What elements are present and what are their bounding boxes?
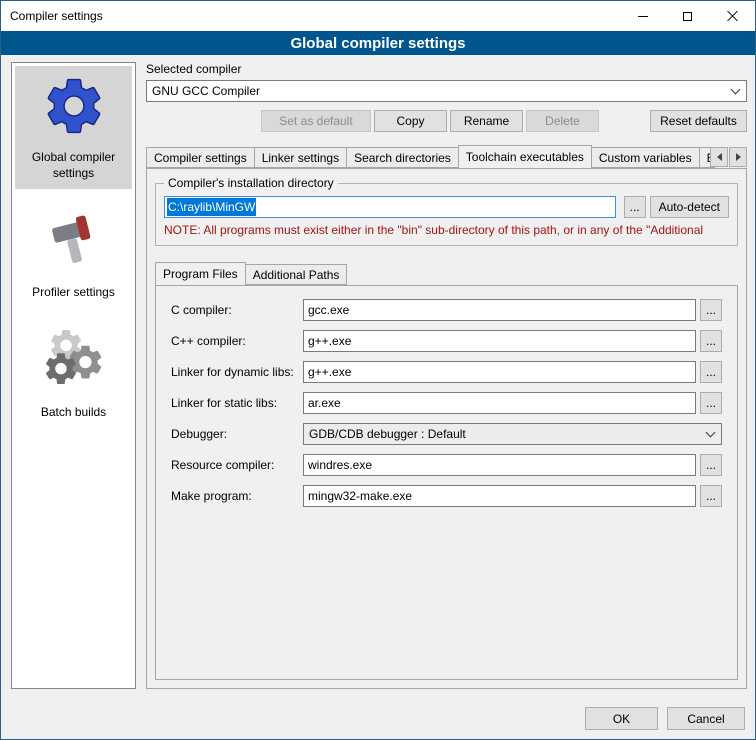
selected-compiler-dropdown[interactable]: GNU GCC Compiler bbox=[146, 80, 747, 102]
group-title: Compiler's installation directory bbox=[164, 176, 338, 190]
close-icon bbox=[727, 10, 739, 22]
installation-directory-row: C:\raylib\MinGW ... Auto-detect bbox=[164, 196, 729, 218]
static-linker-input[interactable] bbox=[303, 392, 696, 414]
set-as-default-button[interactable]: Set as default bbox=[261, 110, 371, 132]
settings-category-sidebar: Global compiler settings Profiler settin… bbox=[11, 62, 136, 689]
resource-compiler-input[interactable] bbox=[303, 454, 696, 476]
profiler-tool-icon bbox=[40, 207, 108, 275]
field-row-make-program: Make program: ... bbox=[171, 485, 722, 507]
field-row-c-compiler: C compiler: ... bbox=[171, 299, 722, 321]
settings-tab-strip: Compiler settings Linker settings Search… bbox=[146, 144, 747, 168]
cpp-compiler-browse-button[interactable]: ... bbox=[700, 330, 722, 352]
stacked-gears-icon bbox=[40, 327, 108, 395]
sidebar-item-profiler-settings[interactable]: Profiler settings bbox=[15, 201, 132, 309]
sidebar-item-label: Batch builds bbox=[41, 405, 106, 421]
dynamic-linker-input[interactable] bbox=[303, 361, 696, 383]
dialog-body: Global compiler settings Profiler settin… bbox=[1, 55, 755, 699]
install-dir-browse-button[interactable]: ... bbox=[624, 196, 646, 218]
tab-scroll-buttons bbox=[709, 147, 747, 167]
window-title: Compiler settings bbox=[1, 9, 103, 23]
chevron-down-icon bbox=[706, 428, 716, 438]
install-dir-input[interactable]: C:\raylib\MinGW bbox=[164, 196, 616, 218]
field-label: Debugger: bbox=[171, 427, 303, 441]
ok-button[interactable]: OK bbox=[585, 707, 658, 730]
field-row-static-linker: Linker for static libs: ... bbox=[171, 392, 722, 414]
tab-linker-settings[interactable]: Linker settings bbox=[254, 147, 347, 168]
sidebar-item-global-compiler-settings[interactable]: Global compiler settings bbox=[15, 66, 132, 189]
maximize-icon bbox=[683, 12, 692, 21]
minimize-button[interactable] bbox=[620, 1, 665, 31]
field-label: C++ compiler: bbox=[171, 334, 303, 348]
field-row-debugger: Debugger: GDB/CDB debugger : Default bbox=[171, 423, 722, 445]
arrow-left-icon bbox=[717, 153, 722, 161]
field-label: Resource compiler: bbox=[171, 458, 303, 472]
tab-toolchain-executables[interactable]: Toolchain executables bbox=[458, 145, 592, 168]
static-linker-browse-button[interactable]: ... bbox=[700, 392, 722, 414]
minimize-icon bbox=[638, 16, 648, 17]
toolchain-executables-panel: Compiler's installation directory C:\ray… bbox=[146, 168, 747, 689]
tab-search-directories[interactable]: Search directories bbox=[346, 147, 459, 168]
install-dir-selected-text: C:\raylib\MinGW bbox=[167, 198, 256, 216]
debugger-value: GDB/CDB debugger : Default bbox=[309, 427, 466, 441]
field-label: C compiler: bbox=[171, 303, 303, 317]
make-program-input[interactable] bbox=[303, 485, 696, 507]
auto-detect-button[interactable]: Auto-detect bbox=[650, 196, 729, 218]
delete-button[interactable]: Delete bbox=[526, 110, 599, 132]
sidebar-item-label: Profiler settings bbox=[32, 285, 115, 301]
close-button[interactable] bbox=[710, 1, 755, 31]
window-controls bbox=[620, 1, 755, 31]
field-row-resource-compiler: Resource compiler: ... bbox=[171, 454, 722, 476]
sidebar-item-batch-builds[interactable]: Batch builds bbox=[15, 321, 132, 429]
program-files-panel: C compiler: ... C++ compiler: ... bbox=[155, 285, 738, 680]
compiler-actions: Set as default Copy Rename Delete Reset … bbox=[146, 110, 747, 132]
titlebar: Compiler settings bbox=[1, 1, 755, 31]
cpp-compiler-input[interactable] bbox=[303, 330, 696, 352]
tab-additional-paths[interactable]: Additional Paths bbox=[245, 264, 348, 285]
reset-defaults-button[interactable]: Reset defaults bbox=[650, 110, 747, 132]
resource-compiler-browse-button[interactable]: ... bbox=[700, 454, 722, 476]
page-title: Global compiler settings bbox=[1, 31, 755, 55]
chevron-down-icon bbox=[731, 85, 741, 95]
program-files-tab-strip: Program Files Additional Paths bbox=[155, 261, 738, 285]
debugger-dropdown[interactable]: GDB/CDB debugger : Default bbox=[303, 423, 722, 445]
blue-gear-icon bbox=[40, 72, 108, 140]
field-row-dynamic-linker: Linker for dynamic libs: ... bbox=[171, 361, 722, 383]
selected-compiler-label: Selected compiler bbox=[146, 62, 747, 76]
tab-program-files[interactable]: Program Files bbox=[155, 262, 246, 285]
sidebar-item-label: Global compiler settings bbox=[17, 150, 130, 181]
maximize-button[interactable] bbox=[665, 1, 710, 31]
dialog-footer: OK Cancel bbox=[1, 699, 755, 739]
arrow-right-icon bbox=[736, 153, 741, 161]
dynamic-linker-browse-button[interactable]: ... bbox=[700, 361, 722, 383]
field-label: Linker for static libs: bbox=[171, 396, 303, 410]
field-label: Make program: bbox=[171, 489, 303, 503]
tab-compiler-settings[interactable]: Compiler settings bbox=[146, 147, 255, 168]
c-compiler-input[interactable] bbox=[303, 299, 696, 321]
c-compiler-browse-button[interactable]: ... bbox=[700, 299, 722, 321]
main-panel: Selected compiler GNU GCC Compiler Set a… bbox=[146, 62, 747, 689]
installation-directory-group: Compiler's installation directory C:\ray… bbox=[155, 183, 738, 246]
cancel-button[interactable]: Cancel bbox=[667, 707, 745, 730]
selected-compiler-value: GNU GCC Compiler bbox=[152, 84, 260, 98]
make-program-browse-button[interactable]: ... bbox=[700, 485, 722, 507]
field-label: Linker for dynamic libs: bbox=[171, 365, 303, 379]
copy-button[interactable]: Copy bbox=[374, 110, 447, 132]
tab-custom-variables[interactable]: Custom variables bbox=[591, 147, 700, 168]
scroll-right-button[interactable] bbox=[729, 147, 747, 167]
scroll-left-button[interactable] bbox=[710, 147, 728, 167]
compiler-settings-window: Compiler settings Global compiler settin… bbox=[0, 0, 756, 740]
field-row-cpp-compiler: C++ compiler: ... bbox=[171, 330, 722, 352]
bin-directory-note: NOTE: All programs must exist either in … bbox=[164, 223, 729, 237]
rename-button[interactable]: Rename bbox=[450, 110, 523, 132]
